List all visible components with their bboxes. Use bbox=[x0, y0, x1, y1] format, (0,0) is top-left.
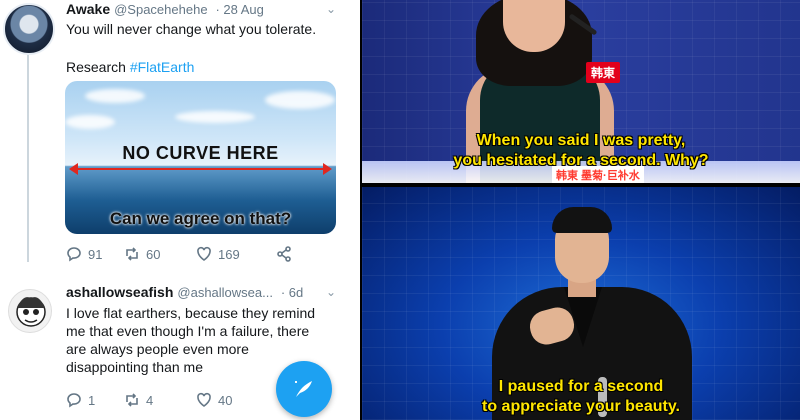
sponsor-lower-third: 韩東 墨菊·巨补水 bbox=[552, 166, 644, 183]
retweet-count: 4 bbox=[146, 392, 154, 408]
author-handle[interactable]: @ashallowsea... bbox=[177, 285, 273, 300]
compose-tweet-button[interactable] bbox=[276, 361, 332, 417]
tweet-line: me that even though I'm a failure, there bbox=[66, 323, 310, 339]
hashtag-link[interactable]: #FlatEarth bbox=[130, 59, 195, 75]
avatar[interactable] bbox=[8, 289, 52, 333]
subtitle: I paused for a second to appreciate your… bbox=[362, 377, 800, 417]
compose-icon bbox=[295, 381, 312, 397]
cloud bbox=[65, 115, 115, 129]
subtitle: When you said I was pretty, you hesitate… bbox=[362, 131, 800, 171]
tweet-panel: Awake @Spacehehehe · 28 Aug ⌄ You will ne… bbox=[0, 0, 360, 420]
illustrated-avatar-icon bbox=[16, 297, 46, 327]
subtitle-line: I paused for a second bbox=[498, 378, 664, 395]
thread-line bbox=[27, 52, 29, 262]
contestant-badge: 韩東 bbox=[586, 62, 621, 83]
tweet-actions: 1 4 40 bbox=[66, 392, 232, 408]
cloud bbox=[175, 111, 255, 123]
video-panel: 韩東 When you said I was pretty, you hesit… bbox=[362, 0, 800, 420]
tweet-image[interactable]: NO CURVE HERE Can we agree on that? bbox=[65, 81, 336, 234]
reply-button[interactable]: 1 bbox=[66, 392, 124, 408]
retweet-button[interactable]: 60 bbox=[124, 246, 196, 262]
author-name[interactable]: ashallowseafish bbox=[66, 284, 173, 300]
tweet-research-line: Research #FlatEarth bbox=[66, 58, 194, 76]
like-icon bbox=[197, 392, 211, 407]
video-frame-bottom: I paused for a second to appreciate your… bbox=[362, 187, 800, 420]
like-icon bbox=[197, 246, 211, 261]
retweet-icon bbox=[126, 393, 138, 407]
research-label: Research bbox=[66, 59, 130, 75]
retweet-icon bbox=[126, 247, 138, 261]
video-frame-top: 韩東 When you said I was pretty, you hesit… bbox=[362, 0, 800, 183]
like-count: 169 bbox=[218, 246, 240, 262]
share-icon bbox=[277, 246, 291, 262]
image-caption-top: NO CURVE HERE bbox=[122, 143, 279, 163]
reply-icon bbox=[67, 247, 81, 262]
tweet-date: · 28 Aug bbox=[215, 2, 264, 17]
tweet-author[interactable]: Awake @Spacehehehe · 28 Aug bbox=[66, 1, 264, 17]
tweet-author[interactable]: ashallowseafish @ashallowsea... · 6d bbox=[66, 284, 303, 300]
share-button[interactable] bbox=[276, 246, 292, 262]
author-handle[interactable]: @Spacehehehe bbox=[114, 2, 207, 17]
tweet-date: · 6d bbox=[280, 285, 304, 300]
tweet-line: are always people even more bbox=[66, 341, 249, 357]
man-hair bbox=[552, 207, 612, 233]
chevron-down-icon[interactable]: ⌄ bbox=[326, 285, 336, 299]
reply-count: 1 bbox=[88, 392, 96, 408]
avatar[interactable] bbox=[3, 3, 55, 55]
reply-icon bbox=[67, 393, 81, 408]
reply-count: 91 bbox=[88, 246, 103, 262]
retweet-count: 60 bbox=[146, 246, 161, 262]
tweet-line: disappointing than me bbox=[66, 359, 203, 375]
cloud bbox=[85, 89, 145, 103]
tweet-text: You will never change what you tolerate. bbox=[66, 21, 317, 37]
like-button[interactable]: 169 bbox=[196, 246, 276, 262]
horizon-arrow bbox=[69, 163, 332, 175]
retweet-button[interactable]: 4 bbox=[124, 392, 196, 408]
chevron-down-icon[interactable]: ⌄ bbox=[326, 2, 336, 16]
like-count: 40 bbox=[218, 392, 233, 408]
tweet-line: I love flat earthers, because they remin… bbox=[66, 305, 316, 321]
cloud bbox=[265, 91, 335, 109]
image-caption-bottom: Can we agree on that? bbox=[109, 209, 292, 228]
subtitle-line: to appreciate your beauty. bbox=[482, 398, 680, 415]
like-button[interactable]: 40 bbox=[196, 392, 232, 408]
tweet-text: I love flat earthers, because they remin… bbox=[66, 304, 315, 376]
author-name[interactable]: Awake bbox=[66, 1, 110, 17]
subtitle-line: When you said I was pretty, bbox=[476, 132, 686, 149]
reply-button[interactable]: 91 bbox=[66, 246, 124, 262]
tweet-actions: 91 60 169 bbox=[66, 246, 292, 262]
